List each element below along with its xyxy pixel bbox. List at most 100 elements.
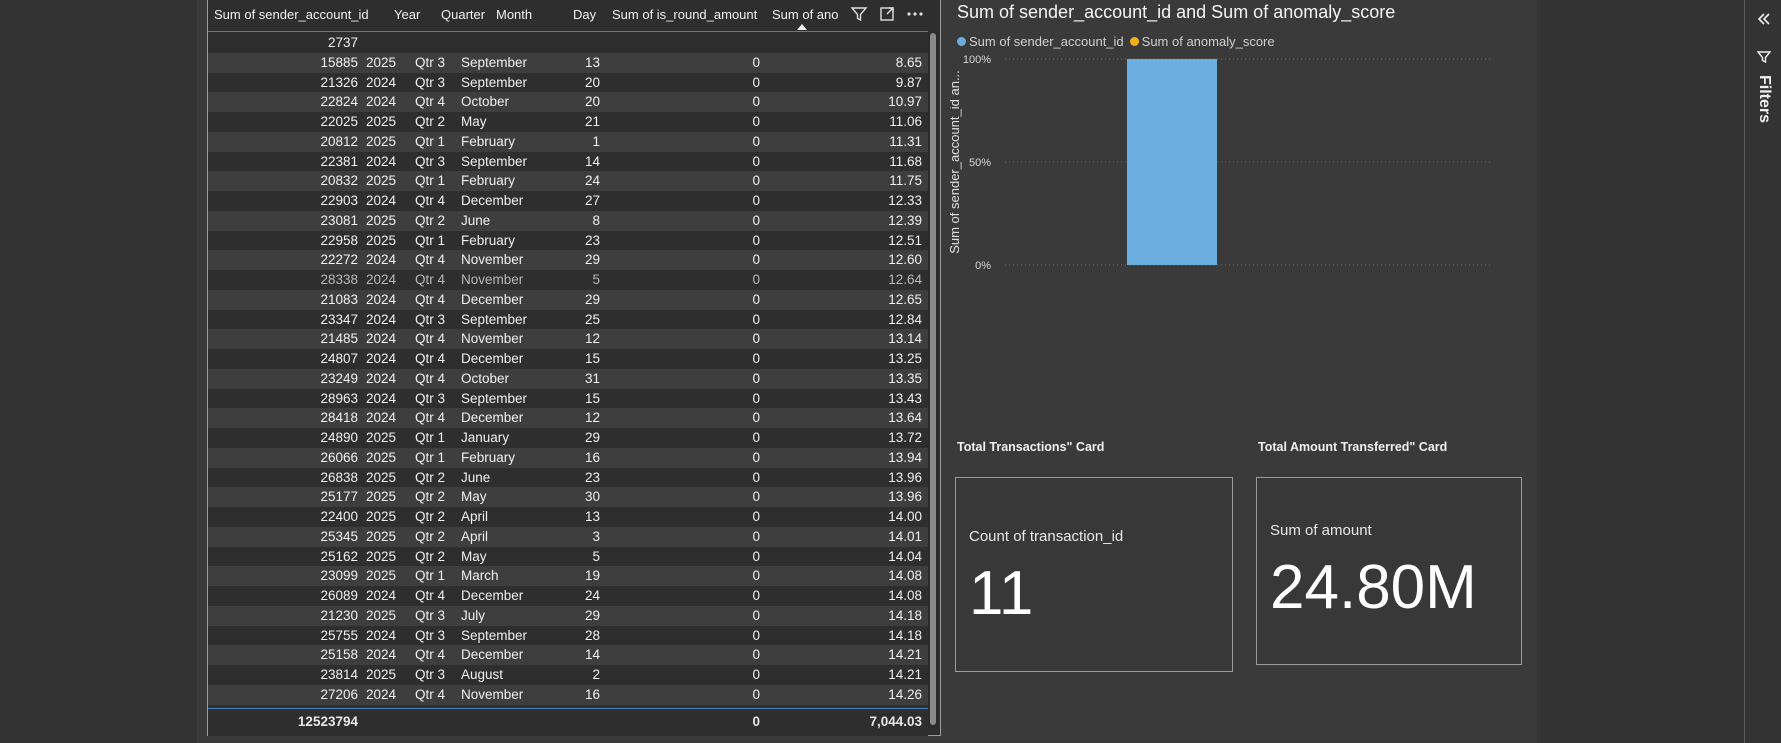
table-row[interactable]: 22903 2024 Qtr 4 December 27 0 12.33 bbox=[208, 191, 928, 211]
table-row[interactable]: 27206 2024 Qtr 4 November 16 0 14.26 bbox=[208, 684, 928, 705]
header-is-round-amount[interactable]: Sum of is_round_amount bbox=[612, 0, 762, 32]
table-row[interactable]: 25162 2025 Qtr 2 May 5 0 14.04 bbox=[208, 546, 928, 567]
legend-label: Sum of anomaly_score bbox=[1141, 33, 1275, 49]
cell-day: 15 bbox=[584, 351, 600, 366]
table-header: Sum of sender_account_id Year Quarter Mo… bbox=[208, 0, 928, 32]
table-row[interactable]: 22381 2024 Qtr 3 September 14 0 11.68 bbox=[208, 151, 928, 172]
cell-is-round-amount: 0 bbox=[752, 252, 760, 268]
cell-sender-account-id: 21485 bbox=[320, 331, 358, 347]
table-row[interactable]: 26838 2025 Qtr 2 June 23 0 13.96 bbox=[208, 467, 928, 488]
cell-sender-account-id: 23249 bbox=[320, 370, 358, 386]
cell-sender-account-id: 25345 bbox=[320, 528, 358, 544]
table-row[interactable]: 26089 2024 Qtr 4 December 24 0 14.08 bbox=[208, 586, 928, 606]
bar-sender-account-id[interactable] bbox=[1127, 59, 1217, 265]
table-row[interactable]: 20832 2025 Qtr 1 February 24 0 11.75 bbox=[208, 171, 928, 191]
cell-day: 5 bbox=[592, 548, 600, 564]
card-label-transactions: Count of transaction_id bbox=[969, 528, 1124, 545]
table-row[interactable]: 2737 bbox=[208, 33, 928, 53]
table-row[interactable]: 22958 2025 Qtr 1 February 23 0 12.51 bbox=[208, 230, 928, 251]
cell-anomaly-score: 14.00 bbox=[888, 509, 922, 524]
table-row[interactable]: 22272 2024 Qtr 4 November 29 0 12.60 bbox=[208, 250, 928, 270]
bar-chart[interactable]: Sum of sender_account_id an... 0% 50% 100% bbox=[950, 50, 1510, 310]
cell-month: February bbox=[461, 133, 516, 149]
cell-day: 29 bbox=[584, 430, 600, 445]
cell-month: June bbox=[461, 212, 491, 228]
cell-sender-account-id: 28338 bbox=[320, 272, 358, 287]
header-year[interactable]: Year bbox=[394, 0, 436, 32]
table-row[interactable]: 25345 2025 Qtr 2 April 3 0 14.01 bbox=[208, 526, 928, 547]
table-row[interactable]: 23081 2025 Qtr 2 June 8 0 12.39 bbox=[208, 210, 928, 231]
cell-quarter: Qtr 4 bbox=[415, 410, 446, 426]
card-value-amount: 24.80M bbox=[1270, 553, 1477, 622]
header-day[interactable]: Day bbox=[573, 0, 605, 32]
more-options-icon[interactable] bbox=[904, 5, 926, 27]
cell-year: 2025 bbox=[366, 449, 397, 465]
table-row[interactable]: 21485 2024 Qtr 4 November 12 0 13.14 bbox=[208, 329, 928, 349]
table-row[interactable]: 21230 2025 Qtr 3 July 29 0 14.18 bbox=[208, 605, 928, 626]
cell-quarter: Qtr 3 bbox=[415, 607, 446, 623]
cell-is-round-amount: 0 bbox=[752, 54, 760, 70]
table-row[interactable]: 22400 2025 Qtr 2 April 13 0 14.00 bbox=[208, 507, 928, 527]
cell-day: 29 bbox=[584, 607, 600, 623]
filters-pane[interactable]: Filters bbox=[1744, 0, 1781, 743]
cell-sender-account-id: 25755 bbox=[320, 627, 358, 643]
table-row[interactable]: 24807 2024 Qtr 4 December 15 0 13.25 bbox=[208, 349, 928, 369]
table-row[interactable]: 25158 2024 Qtr 4 December 14 0 14.21 bbox=[208, 645, 928, 665]
table-row[interactable]: 22824 2024 Qtr 4 October 20 0 10.97 bbox=[208, 92, 928, 112]
header-month[interactable]: Month bbox=[496, 0, 566, 32]
filter-icon[interactable] bbox=[848, 5, 870, 27]
header-anomaly-score[interactable]: Sum of ano bbox=[772, 0, 842, 32]
chevron-double-left-icon[interactable] bbox=[1755, 10, 1773, 28]
cell-day: 8 bbox=[592, 212, 600, 228]
table-row[interactable]: 21083 2024 Qtr 4 December 29 0 12.65 bbox=[208, 289, 928, 310]
table-row[interactable]: 23814 2025 Qtr 3 August 2 0 14.21 bbox=[208, 665, 928, 685]
table-row[interactable]: 23347 2024 Qtr 3 September 25 0 12.84 bbox=[208, 309, 928, 330]
header-quarter[interactable]: Quarter bbox=[441, 0, 493, 32]
cell-anomaly-score: 14.21 bbox=[888, 647, 922, 663]
cell-anomaly-score: 13.96 bbox=[888, 489, 922, 505]
legend-item-anomaly-score[interactable]: Sum of anomaly_score bbox=[1129, 33, 1275, 49]
table-row[interactable]: 25755 2024 Qtr 3 September 28 0 14.18 bbox=[208, 625, 928, 646]
table-row[interactable]: 15885 2025 Qtr 3 September 13 0 8.65 bbox=[208, 52, 928, 73]
table-scrollbar[interactable] bbox=[928, 33, 938, 728]
table-row[interactable]: 25177 2025 Qtr 2 May 30 0 13.96 bbox=[208, 487, 928, 507]
card-total-transactions[interactable]: Count of transaction_id 11 bbox=[955, 477, 1233, 672]
table-row[interactable]: 28418 2024 Qtr 4 December 12 0 13.64 bbox=[208, 408, 928, 428]
cell-year: 2024 bbox=[366, 331, 397, 347]
cell-anomaly-score: 8.65 bbox=[895, 54, 922, 70]
table-row[interactable]: 28338 2024 Qtr 4 November 5 0 12.64 bbox=[208, 270, 928, 290]
cell-quarter: Qtr 2 bbox=[415, 114, 446, 129]
cell-year: 2024 bbox=[366, 74, 397, 90]
cell-anomaly-score: 12.84 bbox=[888, 311, 922, 327]
cell-anomaly-score: 11.31 bbox=[889, 133, 922, 149]
cell-is-round-amount: 0 bbox=[752, 291, 760, 307]
cell-year: 2024 bbox=[366, 390, 397, 406]
cell-year: 2025 bbox=[366, 430, 397, 445]
cell-is-round-amount: 0 bbox=[752, 410, 760, 426]
header-sender-account-id[interactable]: Sum of sender_account_id bbox=[214, 0, 386, 32]
cell-sender-account-id: 25177 bbox=[320, 489, 358, 505]
table-row[interactable]: 28963 2024 Qtr 3 September 15 0 13.43 bbox=[208, 388, 928, 409]
table-row[interactable]: 23099 2025 Qtr 1 March 19 0 14.08 bbox=[208, 566, 928, 586]
table-row[interactable]: 26066 2025 Qtr 1 February 16 0 13.94 bbox=[208, 447, 928, 468]
cell-sender-account-id: 26089 bbox=[320, 588, 358, 603]
table-row[interactable]: 22025 2025 Qtr 2 May 21 0 11.06 bbox=[208, 112, 928, 132]
focus-mode-icon[interactable] bbox=[876, 5, 898, 27]
table-row[interactable]: 24890 2025 Qtr 1 January 29 0 13.72 bbox=[208, 428, 928, 448]
filters-label[interactable]: Filters bbox=[1755, 75, 1773, 123]
table-visual[interactable]: Sum of sender_account_id Year Quarter Mo… bbox=[207, 0, 941, 736]
table-row[interactable]: 20812 2025 Qtr 1 February 1 0 11.31 bbox=[208, 131, 928, 152]
cell-sender-account-id: 21083 bbox=[320, 291, 358, 307]
table-row[interactable]: 21326 2024 Qtr 3 September 20 0 9.87 bbox=[208, 72, 928, 93]
cell-month: September bbox=[461, 390, 528, 406]
cell-month: October bbox=[461, 370, 510, 386]
cell-is-round-amount: 0 bbox=[752, 232, 760, 248]
cell-day: 14 bbox=[584, 647, 600, 663]
table-row[interactable]: 23249 2024 Qtr 4 October 31 0 13.35 bbox=[208, 368, 928, 389]
cell-anomaly-score: 9.87 bbox=[895, 74, 922, 90]
table-body[interactable]: 2737 15885 2025 Qtr 3 September 13 0 8.65 21326 2… bbox=[208, 33, 928, 708]
table-scroll-thumb[interactable] bbox=[930, 33, 936, 725]
card-total-amount[interactable]: Sum of amount 24.80M bbox=[1256, 477, 1522, 665]
cell-year: 2025 bbox=[366, 568, 397, 584]
legend-item-sender-account-id[interactable]: Sum of sender_account_id bbox=[957, 34, 1124, 49]
